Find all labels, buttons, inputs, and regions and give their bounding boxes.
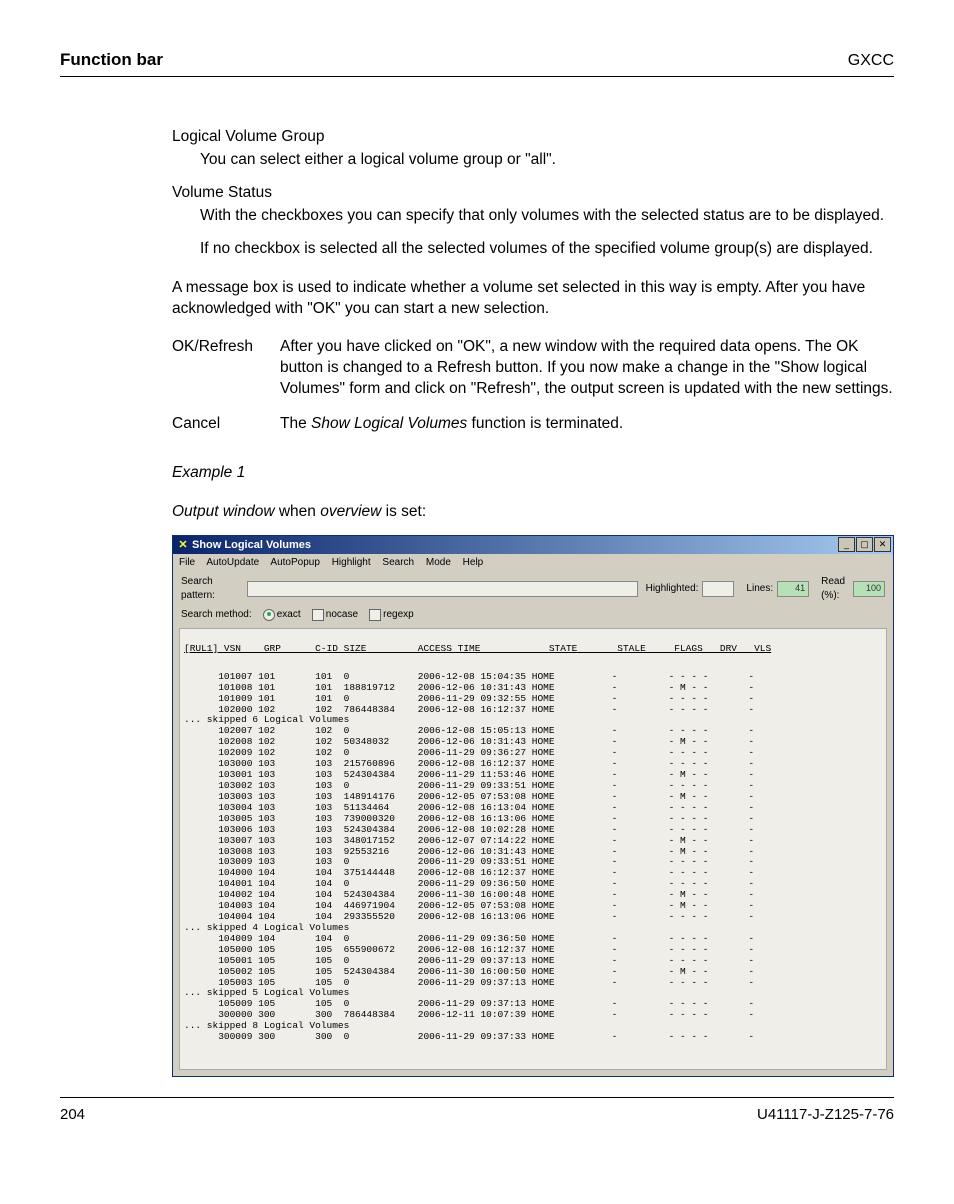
- close-button[interactable]: ✕: [874, 537, 891, 552]
- table-row: 101008 101 101 188819712 2006-12-06 10:3…: [184, 683, 882, 694]
- search-pattern-label: Search pattern:: [181, 575, 243, 602]
- label-cancel: Cancel: [172, 414, 280, 435]
- example-label: Example 1: [172, 463, 894, 484]
- check-regexp[interactable]: [369, 609, 381, 621]
- output-window: ✕ Show Logical Volumes _ ▢ ✕ File AutoUp…: [172, 535, 894, 1077]
- menu-help[interactable]: Help: [463, 557, 484, 568]
- minimize-button[interactable]: _: [838, 537, 855, 552]
- read-label: Read (%):: [821, 575, 849, 602]
- menubar: File AutoUpdate AutoPopup Highlight Sear…: [173, 554, 893, 572]
- table-row: 103007 103 103 348017152 2006-12-07 07:1…: [184, 836, 882, 847]
- maximize-button[interactable]: ▢: [856, 537, 873, 552]
- table-row: 101009 101 101 0 2006-11-29 09:32:55 HOM…: [184, 694, 882, 705]
- menu-autoupdate[interactable]: AutoUpdate: [206, 557, 259, 568]
- menu-file[interactable]: File: [179, 557, 195, 568]
- definition-status: Volume Status With the checkboxes you ca…: [172, 183, 894, 260]
- body-status-1: With the checkboxes you can specify that…: [200, 206, 894, 227]
- term-status: Volume Status: [172, 183, 894, 204]
- desc-ok-refresh: After you have clicked on "OK", a new wi…: [280, 337, 894, 400]
- table-row: 105001 105 105 0 2006-11-29 09:37:13 HOM…: [184, 956, 882, 967]
- menu-search[interactable]: Search: [382, 557, 414, 568]
- table-row: 300009 300 300 0 2006-11-29 09:37:33 HOM…: [184, 1032, 882, 1043]
- body-status-2: If no checkbox is selected all the selec…: [200, 239, 894, 260]
- window-title: Show Logical Volumes: [192, 538, 311, 553]
- body-lvg: You can select either a logical volume g…: [200, 150, 894, 171]
- output-caption: Output window when overview is set:: [172, 502, 894, 523]
- msgbox-paragraph: A message box is used to indicate whethe…: [172, 278, 894, 320]
- product-name: GXCC: [848, 52, 894, 70]
- menu-autopopup[interactable]: AutoPopup: [270, 557, 320, 568]
- table-row: 103006 103 103 524304384 2006-12-08 10:0…: [184, 825, 882, 836]
- highlighted-label: Highlighted:: [646, 582, 699, 596]
- section-title: Function bar: [60, 50, 163, 70]
- lines-label: Lines:: [746, 582, 773, 596]
- menu-highlight[interactable]: Highlight: [332, 557, 371, 568]
- check-nocase[interactable]: [312, 609, 324, 621]
- lines-value: 41: [777, 581, 809, 597]
- page-header: Function bar GXCC: [60, 50, 894, 77]
- page-number: 204: [60, 1106, 85, 1123]
- search-method-label: Search method:: [181, 609, 252, 620]
- titlebar: ✕ Show Logical Volumes _ ▢ ✕: [173, 536, 893, 554]
- doc-id: U41117-J-Z125-7-76: [757, 1106, 894, 1123]
- page-footer: 204 U41117-J-Z125-7-76: [60, 1097, 894, 1123]
- table-row: 105002 105 105 524304384 2006-11-30 16:0…: [184, 967, 882, 978]
- menu-mode[interactable]: Mode: [426, 557, 451, 568]
- term-lvg: Logical Volume Group: [172, 127, 894, 148]
- radio-exact[interactable]: [263, 609, 275, 621]
- highlighted-value: [702, 581, 734, 597]
- label-ok-refresh: OK/Refresh: [172, 337, 280, 400]
- row-cancel: Cancel The Show Logical Volumes function…: [172, 414, 894, 435]
- row-ok-refresh: OK/Refresh After you have clicked on "OK…: [172, 337, 894, 400]
- read-value: 100: [853, 581, 885, 597]
- output-terminal[interactable]: [RUL1] VSN GRP C-ID SIZE ACCESS TIME STA…: [179, 628, 887, 1070]
- search-pattern-input[interactable]: [247, 581, 638, 597]
- table-header: [RUL1] VSN GRP C-ID SIZE ACCESS TIME STA…: [184, 644, 882, 661]
- definition-lvg: Logical Volume Group You can select eith…: [172, 127, 894, 171]
- desc-cancel: The Show Logical Volumes function is ter…: [280, 414, 894, 435]
- app-icon: ✕: [177, 538, 189, 553]
